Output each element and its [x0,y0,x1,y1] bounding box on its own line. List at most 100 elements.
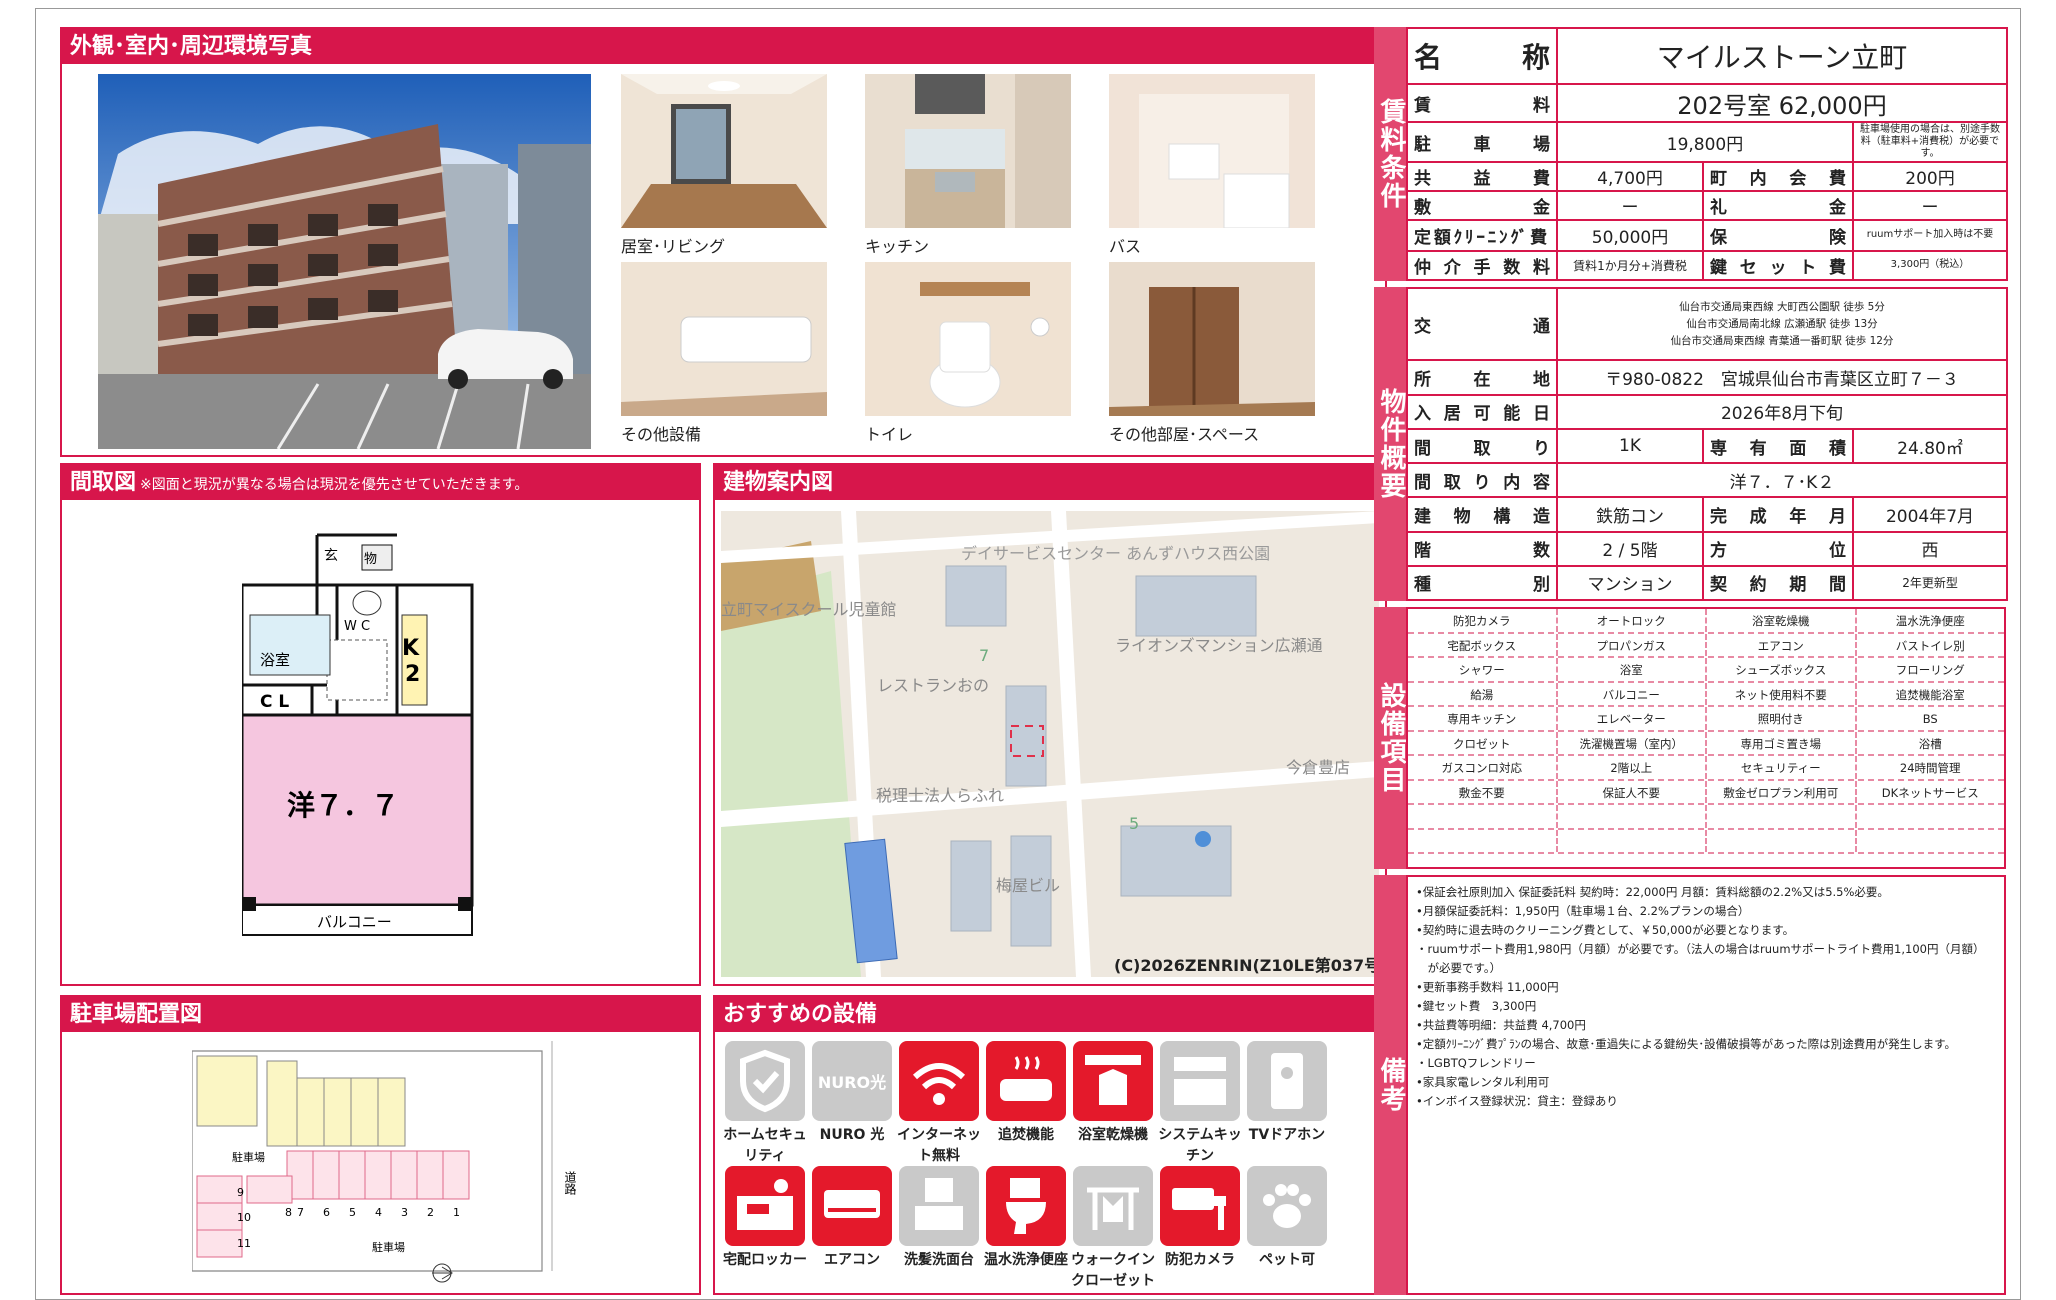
facility-item: DKネットサービス [1881,785,1979,800]
facility-item: 浴室 [1558,658,1707,681]
property-name: マイルストーン立町 [1556,27,2008,85]
fp-closet-label: C L [260,692,289,712]
structure: 鉄筋コン [1556,496,1704,533]
bath-caption: バス [1109,237,1142,256]
facility-item: 敷金不要 [1408,780,1558,803]
parking-pane: 駐車場配置図 駐車場 駐車場 道路 9 10 11 8 7 6 5 4 3 2 … [60,995,701,1295]
facility-item [1707,805,1857,828]
facilities-grid: 防犯カメラ オートロック 浴室乾燥機 温水洗浄便座 宅配ボックス プロパンガス エアコン バス… [1406,607,2006,869]
equipment-label: エアコン [824,1252,880,1268]
facility-row [1408,829,2005,854]
facility-item: 追焚機能浴室 [1895,687,1965,702]
facility-row: ガスコンロ対応 2階以上 セキュリティー 24時間管理 [1408,756,2004,781]
map-block-5: 5 [1129,814,1139,833]
insurance-label: 保険 [1702,218,1854,252]
equipment-label: ホームセキュリティ [723,1127,807,1164]
access-label: 交通 [1406,286,1558,362]
floorplan-pane: 間取図 ※図面と現況が異なる場合は現況を優先させていただきます。 玄 物 W C … [60,463,701,986]
rent-label: 賃料 [1406,82,1558,124]
equipment-label: 洗髪洗面台 [904,1252,974,1268]
facility-row: 専用キッチン エレベーター 照明付き BS [1408,707,2004,732]
map-label-tax: 税理士法人らふれ [876,786,1004,805]
facility-row: 防犯カメラ オートロック 浴室乾燥機 温水洗浄便座 [1408,609,2004,634]
insurance: ruumサポート加入時は不要 [1852,218,2008,252]
vanity-icon [899,1166,979,1246]
key-money: ー [1852,189,2008,221]
parking-num-10: 10 [237,1211,251,1224]
remarks-list: •保証会社原則加入 保証委託料 契約時：22,000円 月額：賃料総額の2.2%… [1416,883,2000,1111]
remark-line: ・ruumサポート費用1,980円（月額）が必要です。（法人の場合はruumサポ… [1416,942,1985,956]
remark-line: •更新事務手数料 11,000円 [1416,980,1559,994]
floor-label: 階数 [1406,530,1558,567]
toilet-caption: トイレ [865,425,914,444]
recommended-equipment-title: おすすめの設備 [715,997,1385,1032]
facility-item: 専用ゴミ置き場 [1707,731,1857,754]
exterior-photo [98,74,591,449]
brokerage: 賃料1か月分+消費税 [1556,249,1704,282]
parking-fee: 19,800円 [1556,121,1854,163]
town-fee-label: 町内会費 [1702,160,1854,192]
floorplan-note: ※図面と現況が異なる場合は現況を優先させていただきます。 [140,477,529,493]
remarks-tab: 備考 [1374,875,1408,1295]
facility-item: プロパンガス [1558,633,1707,656]
map-label-jidokan: 立町マイスクール児童館 [721,600,897,619]
deposit: ー [1556,189,1704,221]
road-label: 道路 [563,1171,577,1196]
facility-item: エアコン [1707,633,1857,656]
parking-num-7: 7 [297,1206,304,1219]
property-overview-tab: 物件概要 [1374,287,1408,601]
wifi-icon [899,1041,979,1121]
facility-item: クロゼット [1408,731,1558,754]
facility-item: バルコニー [1558,682,1707,705]
other-room-photo [1109,262,1315,416]
facility-item: ガスコンロ対応 [1408,756,1558,779]
access-line-1: 仙台市交通局東西線 大町西公園駅 徒歩 5分 [1679,300,1885,313]
remarks-box: •保証会社原則加入 保証委託料 契約時：22,000円 月額：賃料総額の2.2%… [1406,875,2006,1295]
walk-in-closet-icon [1073,1166,1153,1246]
parking-layout: 駐車場 駐車場 道路 9 10 11 8 7 6 5 4 3 2 1 [192,1041,577,1283]
fp-kitchen-num: 2 [405,662,420,687]
fp-balcony-label: バルコニー [317,913,392,931]
facility-item [1558,805,1707,828]
facility-item: 温水洗浄便座 [1895,614,1965,628]
other-equipment-caption: その他設備 [621,425,702,444]
remark-line: •インボイス登録状況：貸主：登録あり [1416,1094,1618,1108]
toilet-photo [865,262,1071,416]
move-in-label: 入居可能日 [1406,393,1558,430]
fp-wc-label: W C [344,619,370,634]
rent-conditions-tab: 賃料条件 [1374,27,1408,281]
floor: 2 / 5階 [1556,530,1704,567]
facility-item [1408,805,1558,828]
toilet-icon [986,1166,1066,1246]
bath-photo [1109,74,1315,228]
facility-item: 給湯 [1408,682,1558,705]
equipment-label: ウォークインクローゼット [1071,1252,1155,1289]
photos-pane: 外観･室内･周辺環境写真 居室･リビング キッチン バス その他設備 トイレ そ… [60,27,1387,457]
facility-row: 宅配ボックス プロパンガス エアコン バストイレ別 [1408,633,2004,658]
bathtub-icon [986,1041,1066,1121]
shield-icon [725,1041,805,1121]
contract-period: 2年更新型 [1851,564,2009,602]
brokerage-label: 仲介手数料 [1406,249,1558,282]
layout: 1K [1556,427,1704,465]
remark-line: ・LGBTQフレンドリー [1416,1056,1536,1070]
fp-kitchen-label: K [402,636,420,661]
facility-row [1408,805,2004,830]
equipment-label: 浴室乾燥機 [1078,1127,1148,1143]
recommended-equipment-pane: おすすめの設備 ホームセキュリティ NURO光 NURO 光インターネット無料 追焚機… [713,995,1387,1295]
map-title: 建物案内図 [715,465,1385,500]
facility-row: 給湯 バルコニー ネット使用料不要 追焚機能浴室 [1408,682,2004,707]
facility-row: シャワー 浴室 シューズボックス フローリング [1408,658,2004,683]
access-line-3: 仙台市交通局東西線 青葉通一番町駅 徒歩 12分 [1670,334,1894,347]
deposit-label: 敷金 [1406,189,1558,221]
name-label: 名称 [1406,27,1558,85]
equipment-label: NURO 光 [819,1127,885,1143]
facility-item [1558,829,1707,852]
map-label-umeya: 梅屋ビル [996,876,1060,895]
direction: 西 [1851,530,2009,567]
built-date: 2004年7月 [1851,496,2009,533]
air-conditioner-icon [812,1166,892,1246]
area-map[interactable]: デイサービスセンター あんずハウス西公園 立町マイスクール児童館 ライオンズマン… [721,511,1379,977]
parking-num-8: 8 [285,1206,292,1219]
facility-item [1857,830,2005,853]
